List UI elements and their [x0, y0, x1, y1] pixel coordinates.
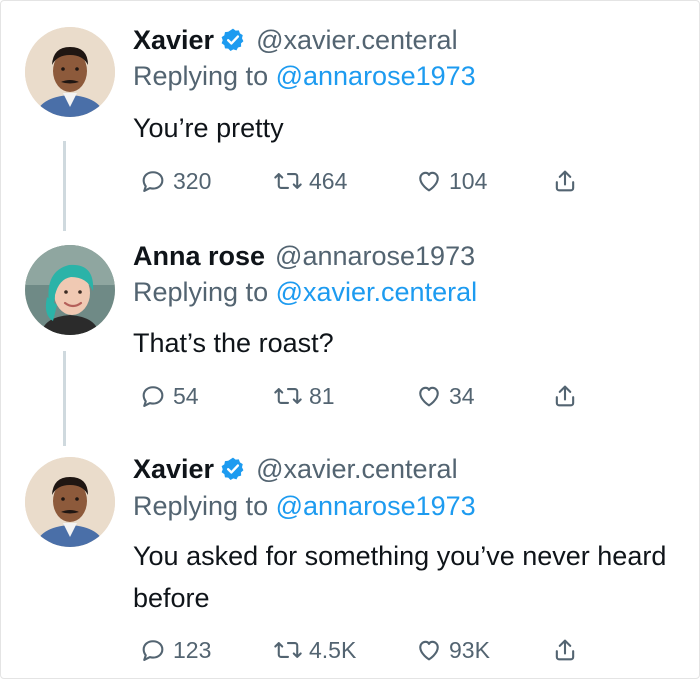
replying-to: Replying to @xavier.centeral: [133, 277, 477, 308]
retweet-count: 81: [309, 382, 335, 409]
replying-label: Replying to: [133, 61, 276, 91]
display-name[interactable]: Xavier: [133, 25, 214, 56]
tweet-text: That’s the roast?: [133, 328, 334, 358]
thread-connector: [63, 141, 66, 231]
tweet-header: Xavier @xavier.centeral: [133, 23, 458, 57]
replying-to: Replying to @annarose1973: [133, 491, 476, 522]
replying-label: Replying to: [133, 491, 276, 521]
user-handle[interactable]: @annarose1973: [275, 241, 475, 272]
like-button[interactable]: 93K: [415, 632, 490, 668]
retweet-button[interactable]: 464: [273, 163, 347, 199]
avatar-woman-icon: [25, 245, 115, 335]
like-count: 93K: [449, 636, 490, 663]
mention-link[interactable]: @xavier.centeral: [276, 277, 478, 307]
avatar-man-icon: [25, 27, 115, 117]
display-name[interactable]: Anna rose: [133, 241, 265, 272]
tweet-header: Anna rose @annarose1973: [133, 239, 475, 273]
retweet-button[interactable]: 81: [273, 378, 335, 414]
share-icon: [555, 639, 575, 661]
like-count: 104: [449, 167, 488, 194]
reply-icon: [142, 171, 164, 192]
like-button[interactable]: 34: [415, 378, 475, 414]
thread-connector: [63, 351, 66, 446]
share-button[interactable]: [551, 163, 579, 199]
verified-badge-icon: [220, 27, 246, 53]
tweet-text: You asked for something you’ve never hea…: [133, 541, 667, 613]
reply-icon: [142, 640, 164, 661]
reply-button[interactable]: 54: [139, 378, 199, 414]
share-button[interactable]: [551, 632, 579, 668]
avatar[interactable]: [25, 27, 115, 117]
tweet-header: Xavier @xavier.centeral: [133, 452, 458, 486]
replying-label: Replying to: [133, 277, 276, 307]
verified-badge-icon: [220, 456, 246, 482]
tweet-thread-screenshot: Xavier @xavier.centeral Replying to @ann…: [0, 0, 700, 679]
share-icon: [555, 385, 575, 407]
share-icon: [555, 170, 575, 192]
like-button[interactable]: 104: [415, 163, 487, 199]
user-handle[interactable]: @xavier.centeral: [256, 454, 458, 485]
tweet-text: You’re pretty: [133, 113, 284, 143]
reply-count: 123: [173, 636, 212, 663]
share-button[interactable]: [551, 378, 579, 414]
like-count: 34: [449, 382, 475, 409]
like-icon: [419, 640, 439, 661]
retweet-button[interactable]: 4.5K: [273, 632, 356, 668]
like-icon: [419, 171, 439, 192]
reply-button[interactable]: 320: [139, 163, 211, 199]
avatar[interactable]: [25, 245, 115, 335]
reply-button[interactable]: 123: [139, 632, 211, 668]
retweet-icon: [274, 388, 302, 404]
display-name[interactable]: Xavier: [133, 454, 214, 485]
reply-icon: [142, 386, 164, 407]
replying-to: Replying to @annarose1973: [133, 61, 476, 92]
avatar[interactable]: [25, 457, 115, 547]
mention-link[interactable]: @annarose1973: [276, 61, 476, 91]
retweet-count: 4.5K: [309, 636, 357, 663]
mention-link[interactable]: @annarose1973: [276, 491, 476, 521]
reply-count: 54: [173, 382, 199, 409]
reply-count: 320: [173, 167, 212, 194]
tweet-actions: 54 81 34: [133, 378, 593, 414]
tweet-actions: 123 4.5K 93K: [133, 632, 593, 668]
avatar-man-icon: [25, 457, 115, 547]
like-icon: [419, 386, 439, 407]
user-handle[interactable]: @xavier.centeral: [256, 25, 458, 56]
retweet-count: 464: [309, 167, 348, 194]
retweet-icon: [274, 642, 302, 658]
tweet-actions: 320 464 104: [133, 163, 593, 199]
retweet-icon: [274, 173, 302, 189]
